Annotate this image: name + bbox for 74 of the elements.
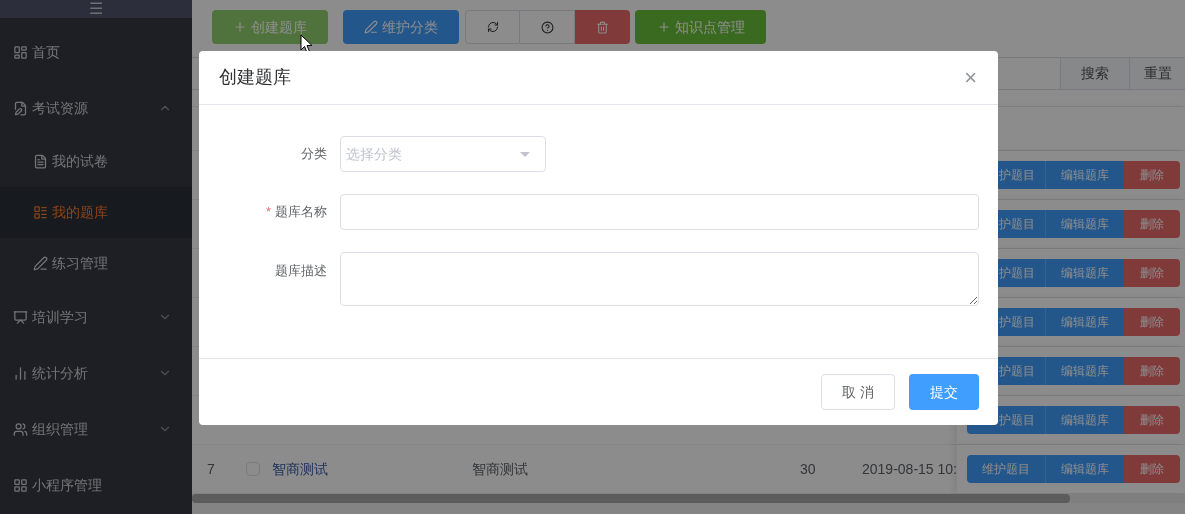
list-icon — [33, 205, 48, 220]
refresh-icon — [486, 21, 499, 33]
users-icon — [13, 421, 28, 437]
create-button[interactable]: 创建题库 — [212, 10, 328, 44]
help-button[interactable] — [520, 10, 575, 44]
dialog-title: 创建题库 — [219, 66, 292, 89]
trash-icon — [596, 20, 609, 34]
sidebar-label: 考试资源 — [32, 98, 89, 118]
submit-button[interactable]: 提交 — [909, 374, 979, 410]
field-label: 题库描述 — [275, 262, 327, 280]
required-mark: * — [265, 203, 271, 222]
refresh-button[interactable] — [465, 10, 520, 44]
sidebar-item[interactable]: 统计分析 — [0, 345, 192, 401]
delete-button[interactable]: 删除 — [1124, 455, 1180, 483]
sidebar-label: 首页 — [32, 42, 61, 62]
sidebar-label: 培训学习 — [32, 307, 89, 327]
reset-button[interactable]: 重置 — [1129, 58, 1185, 89]
edit-bank-button[interactable]: 编辑题库 — [1045, 161, 1124, 189]
sidebar-item[interactable]: 组织管理 — [0, 401, 192, 457]
field-label: 题库名称 — [275, 203, 327, 222]
plus-icon — [233, 20, 247, 34]
field-label: 分类 — [301, 145, 327, 164]
pen-icon — [33, 256, 48, 271]
sidebar-label: 小程序管理 — [32, 475, 103, 495]
knowledge-button[interactable]: 知识点管理 — [635, 10, 766, 44]
description-textarea[interactable] — [340, 252, 979, 306]
document-icon — [33, 154, 48, 169]
sidebar-item[interactable]: 考试资源 — [0, 80, 192, 136]
edit-button[interactable]: 维护分类 — [343, 10, 459, 44]
table-cell-text: 30 — [800, 459, 817, 479]
sidebar-label: 练习管理 — [52, 254, 109, 273]
edit-bank-button[interactable]: 编辑题库 — [1045, 357, 1124, 385]
presentation-icon — [13, 309, 28, 325]
maintain-button[interactable]: 维护题目 — [967, 455, 1045, 483]
menu-icon[interactable]: ☰ — [89, 1, 103, 17]
row-number: 7 — [206, 459, 216, 479]
edit-bank-button[interactable]: 编辑题库 — [1045, 455, 1124, 483]
sidebar-item[interactable]: 小程序管理 — [0, 457, 192, 513]
sidebar-item[interactable]: 培训学习 — [0, 289, 192, 345]
delete-button[interactable]: 删除 — [1124, 357, 1180, 385]
edit-bank-button[interactable]: 编辑题库 — [1045, 210, 1124, 238]
plus-icon — [656, 20, 671, 34]
category-select[interactable]: 选择分类 — [340, 136, 546, 172]
help-icon — [540, 20, 554, 34]
delete-button[interactable]: 删除 — [1124, 406, 1180, 434]
table-cell-text: 2019-08-15 10: — [862, 459, 957, 479]
table-cell-text: 智商测试 — [472, 459, 529, 479]
edit-bank-button[interactable]: 编辑题库 — [1045, 308, 1124, 336]
delete-button[interactable] — [575, 10, 630, 44]
edit-bank-button[interactable]: 编辑题库 — [1045, 259, 1124, 287]
sidebar-item[interactable]: 我的试卷 — [0, 136, 192, 187]
sidebar-item[interactable]: 首页 — [0, 24, 192, 80]
sidebar-label: 我的试卷 — [52, 152, 109, 171]
bar-chart-icon — [13, 365, 28, 381]
dashboard-icon — [13, 44, 28, 60]
delete-button[interactable]: 删除 — [1124, 259, 1180, 287]
sidebar-label: 我的题库 — [52, 203, 109, 222]
sidebar-label: 统计分析 — [32, 363, 89, 383]
sidebar-item[interactable]: 练习管理 — [0, 238, 192, 289]
bank-name-link[interactable]: 智商测试 — [272, 458, 472, 480]
close-button[interactable]: × — [964, 66, 978, 89]
caret-icon — [520, 151, 530, 157]
search-button[interactable]: 搜索 — [1060, 58, 1129, 89]
delete-button[interactable]: 删除 — [1124, 308, 1180, 336]
sidebar-label: 组织管理 — [32, 419, 89, 439]
delete-button[interactable]: 删除 — [1124, 161, 1180, 189]
document-edit-icon — [13, 100, 28, 116]
delete-button[interactable]: 删除 — [1124, 210, 1180, 238]
sidebar-item[interactable]: 我的题库 — [0, 187, 192, 238]
name-input[interactable] — [340, 194, 979, 230]
edit-bank-button[interactable]: 编辑题库 — [1045, 406, 1124, 434]
pen-icon — [364, 20, 378, 34]
cancel-button[interactable]: 取 消 — [821, 374, 895, 410]
grid-icon — [13, 477, 28, 493]
